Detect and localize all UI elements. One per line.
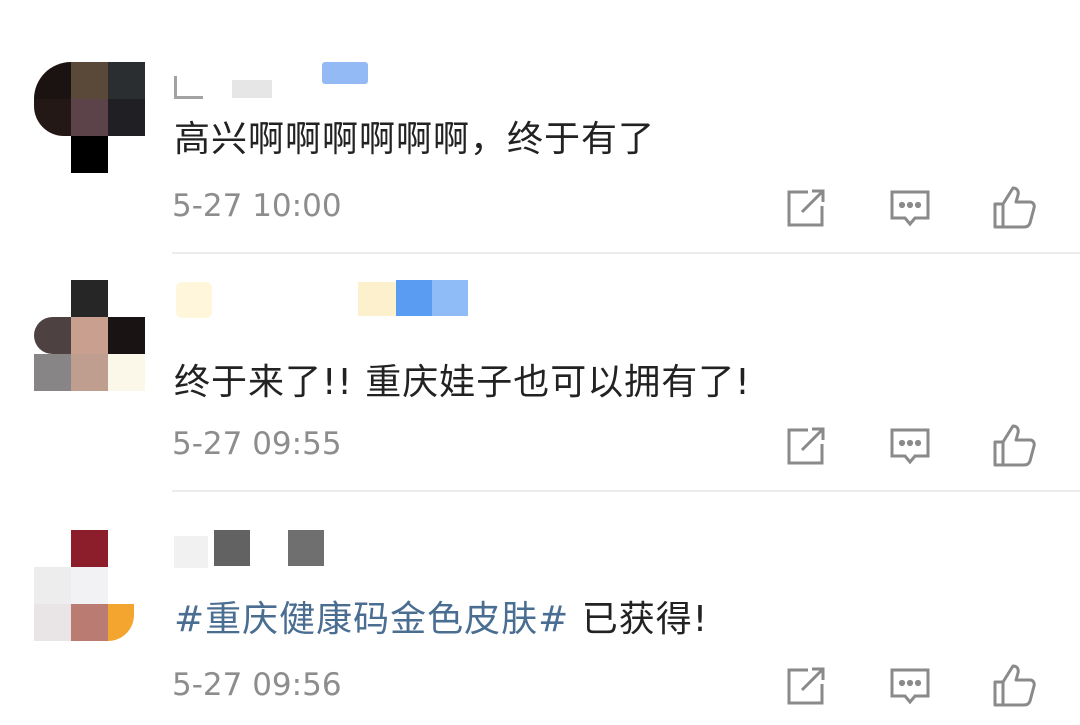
comment-item: 高兴啊啊啊啊啊啊，终于有了 5-27 10:00 — [0, 0, 1080, 254]
avatar-pixel — [34, 604, 71, 641]
hashtag-link[interactable]: #重庆健康码金色皮肤# — [174, 599, 569, 640]
avatar-pixel — [71, 62, 108, 99]
avatar-pixel — [108, 99, 145, 136]
comment-text: #重庆健康码金色皮肤# 已获得! — [174, 590, 708, 642]
share-icon — [787, 427, 825, 465]
comment-timestamp: 5-27 10:00 — [172, 188, 342, 224]
comment-icon — [890, 428, 930, 465]
avatar[interactable] — [34, 62, 146, 174]
avatar-pixel — [71, 280, 108, 317]
avatar-pixel — [71, 567, 108, 604]
like-button[interactable] — [990, 422, 1038, 470]
avatar[interactable] — [34, 530, 146, 642]
username-redacted[interactable] — [172, 62, 372, 102]
comment-item: #重庆健康码金色皮肤# 已获得! 5-27 09:56 — [0, 492, 1080, 725]
avatar-pixel — [108, 317, 145, 354]
avatar-pixel — [34, 62, 71, 99]
share-button[interactable] — [782, 422, 830, 470]
avatar[interactable] — [34, 280, 146, 392]
username-redacted[interactable] — [172, 530, 332, 570]
reply-button[interactable] — [886, 422, 934, 470]
thumbs-up-icon — [993, 664, 1036, 707]
thumbs-up-icon — [993, 424, 1036, 467]
avatar-pixel — [108, 62, 145, 99]
avatar-pixel — [108, 604, 134, 641]
comment-list: 高兴啊啊啊啊啊啊，终于有了 5-27 10:00 终于来了!! 重庆娃子也可以拥… — [0, 0, 1080, 725]
share-icon — [787, 667, 825, 705]
reply-button[interactable] — [886, 662, 934, 710]
avatar-pixel — [71, 354, 108, 391]
username-redacted[interactable] — [172, 280, 472, 320]
comment-timestamp: 5-27 09:56 — [172, 667, 342, 703]
avatar-pixel — [34, 354, 71, 391]
avatar-pixel — [71, 604, 108, 641]
avatar-pixel — [71, 530, 108, 567]
comment-icon — [890, 190, 930, 227]
comment-text: 终于来了!! 重庆娃子也可以拥有了! — [174, 362, 751, 403]
share-icon — [787, 189, 825, 227]
comment-text: 高兴啊啊啊啊啊啊，终于有了 — [174, 119, 656, 160]
like-button[interactable] — [990, 184, 1038, 232]
share-button[interactable] — [782, 662, 830, 710]
like-button[interactable] — [990, 662, 1038, 710]
reply-button[interactable] — [886, 184, 934, 232]
thumbs-up-icon — [993, 186, 1036, 229]
share-button[interactable] — [782, 184, 830, 232]
comment-timestamp: 5-27 09:55 — [172, 426, 342, 462]
avatar-pixel — [34, 99, 71, 136]
avatar-pixel — [71, 136, 108, 173]
avatar-pixel — [34, 567, 71, 604]
avatar-pixel — [34, 317, 71, 354]
comment-text-body: 已获得! — [569, 599, 709, 640]
avatar-pixel — [108, 354, 145, 391]
avatar-pixel — [71, 99, 108, 136]
comment-icon — [890, 668, 930, 705]
avatar-pixel — [71, 317, 108, 354]
comment-item: 终于来了!! 重庆娃子也可以拥有了! 5-27 09:55 — [0, 254, 1080, 492]
